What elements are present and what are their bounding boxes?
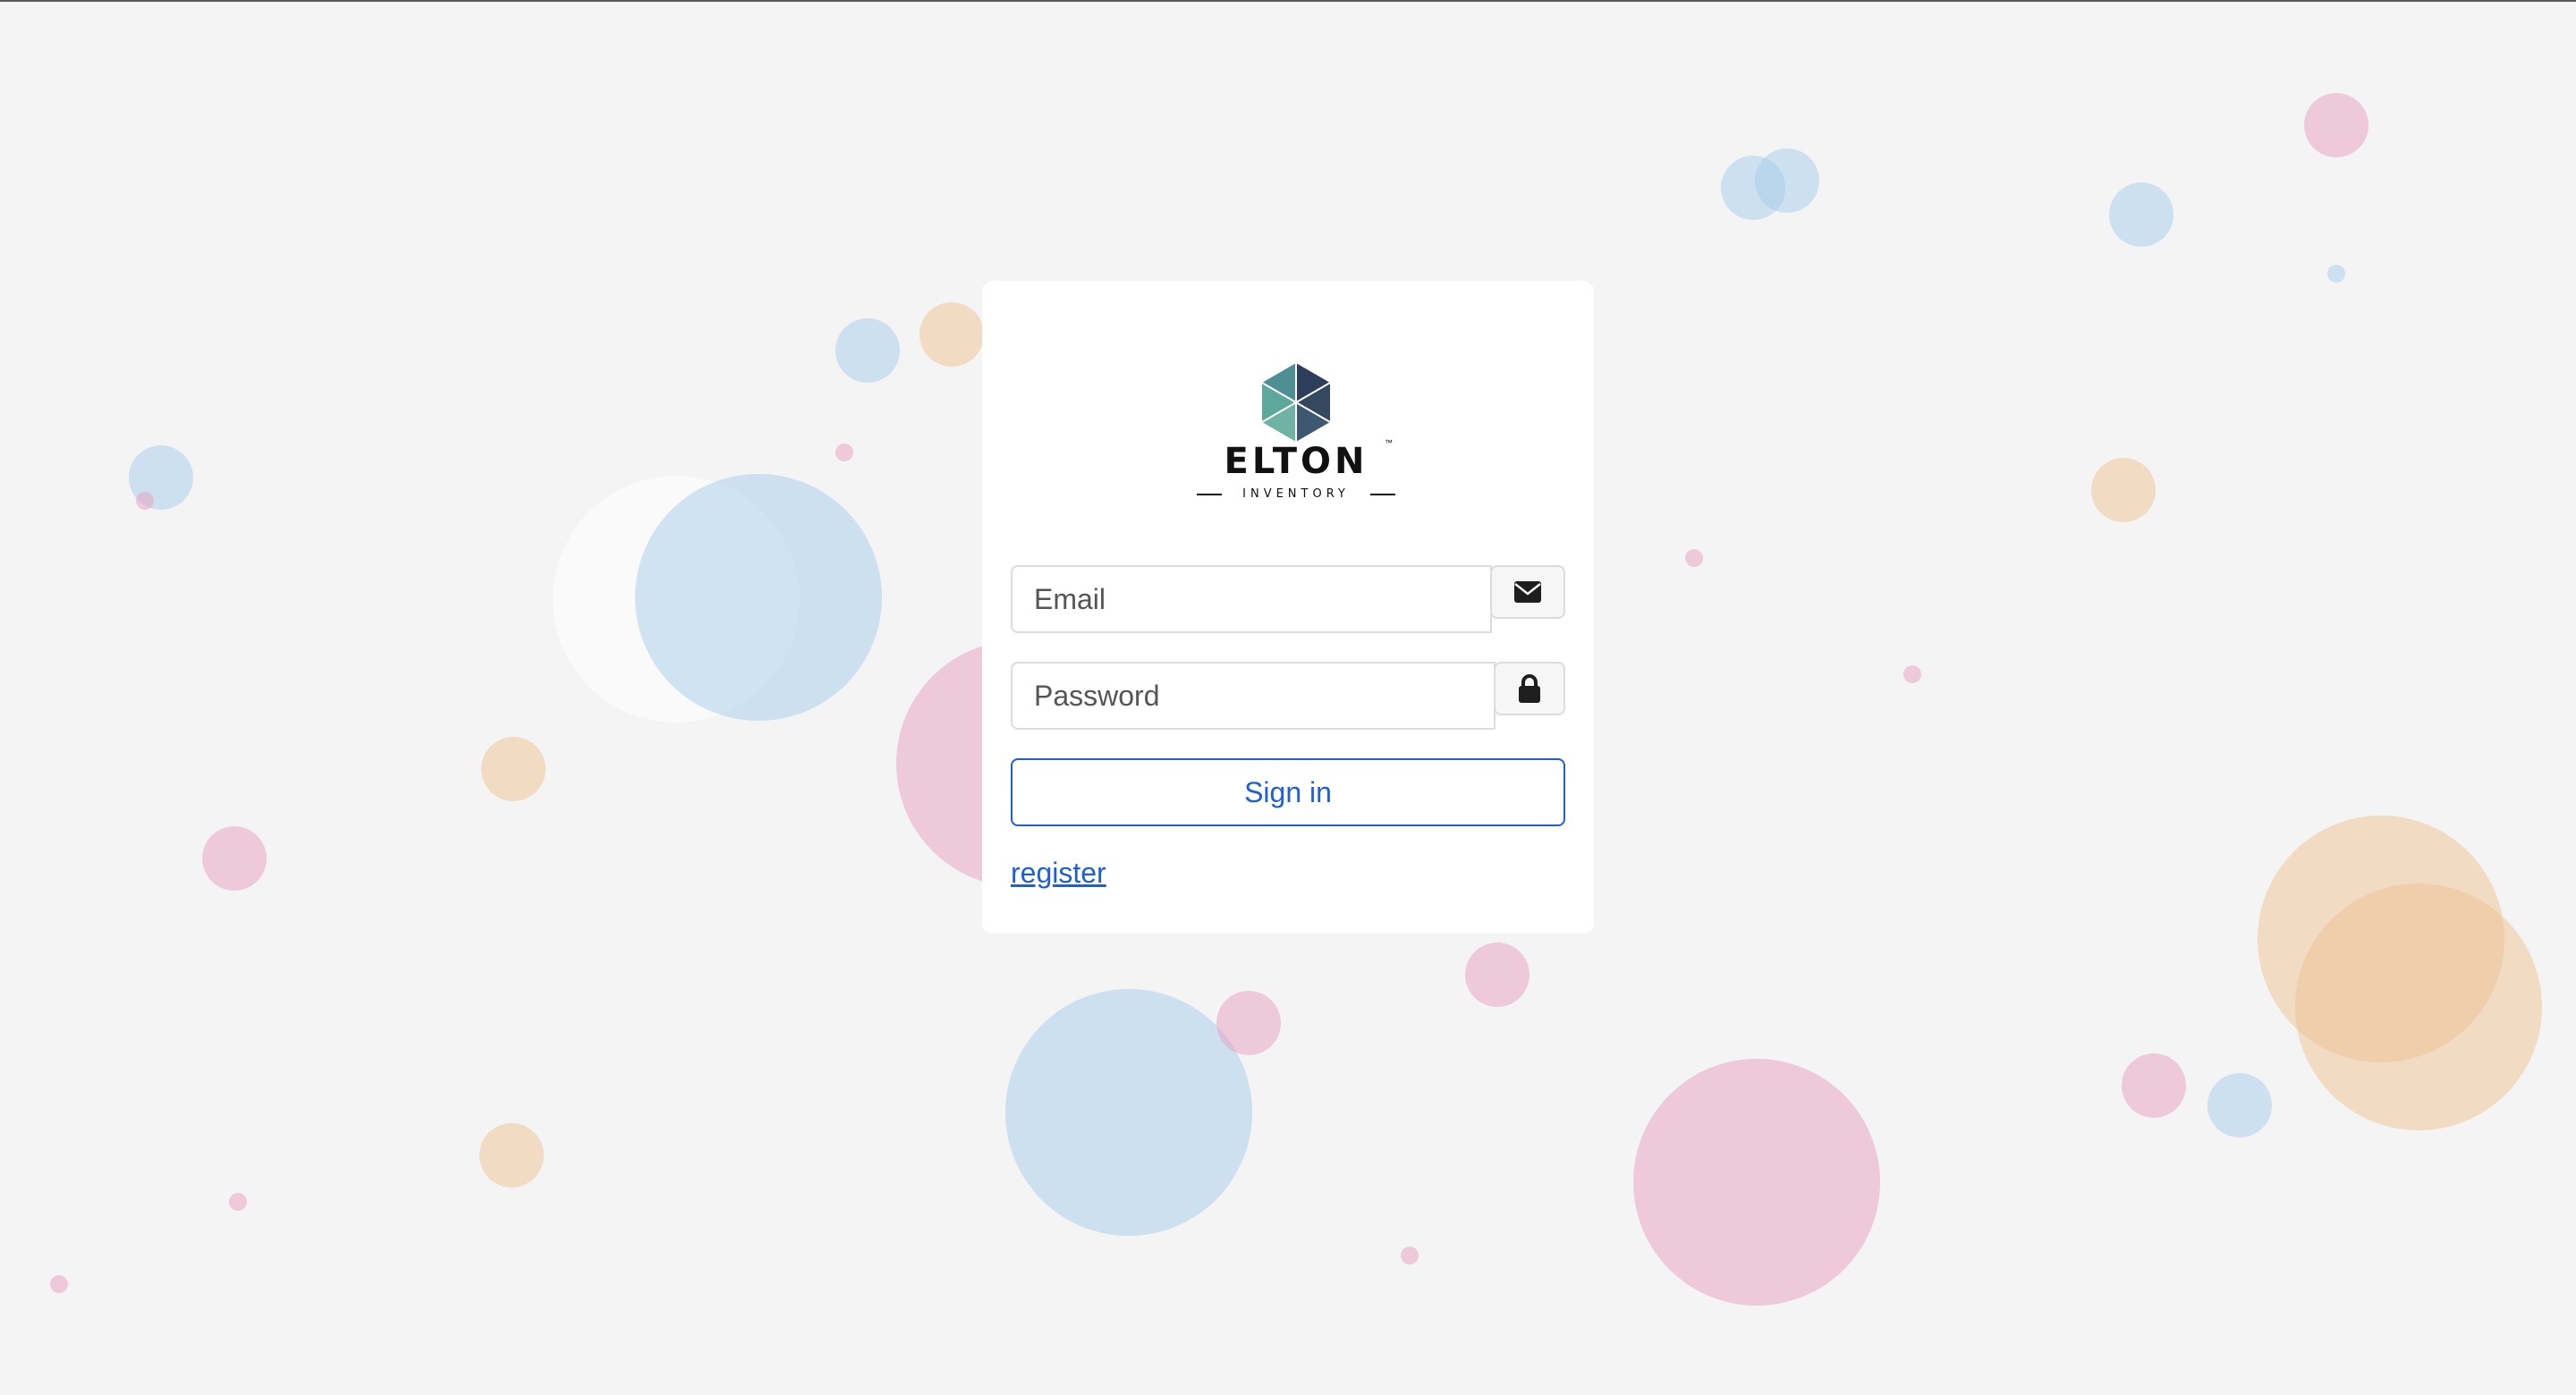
brand-logo: ELTON ™ INVENTORY [1193,363,1399,501]
background-bubble [1633,1059,1880,1306]
background-bubble [1685,549,1703,567]
background-bubble [635,474,882,721]
login-card: ELTON ™ INVENTORY Sign in register [982,281,1594,934]
background-bubble [2327,265,2345,283]
brand-rule-right [1370,494,1395,495]
password-addon [1494,662,1565,715]
background-bubble [1216,991,1281,1055]
background-bubble [229,1193,247,1211]
background-bubble [481,737,546,801]
email-field[interactable] [1011,565,1492,633]
background-bubble [2304,93,2368,157]
background-bubble [2207,1073,2272,1137]
sign-in-button[interactable]: Sign in [1011,758,1565,826]
background-bubble [136,492,154,510]
background-bubble [835,444,853,461]
background-bubble [1755,148,1819,213]
envelope-icon [1514,581,1541,603]
background-bubble [1005,989,1252,1236]
background-bubble [2122,1053,2186,1118]
password-field[interactable] [1011,662,1496,730]
background-bubble [1465,943,1530,1007]
background-bubble [479,1123,544,1188]
hexagon-logo-icon [1261,363,1331,442]
background-bubble [835,318,900,383]
brand-trademark: ™ [1385,438,1393,447]
background-bubble [2091,458,2156,522]
brand-name: ELTON [1224,441,1368,482]
background-bubble [2109,182,2174,247]
background-bubble [919,302,984,367]
background-bubble [2295,884,2542,1130]
background-bubble [50,1275,68,1293]
email-addon [1490,565,1565,619]
email-row [1011,565,1565,633]
background-bubble [1401,1247,1419,1264]
background-bubble [1903,665,1921,683]
background-bubble [202,826,267,891]
lock-icon [1519,674,1540,703]
brand-subtitle: INVENTORY [1242,487,1350,501]
password-row [1011,662,1565,730]
register-link[interactable]: register [1011,857,1106,890]
